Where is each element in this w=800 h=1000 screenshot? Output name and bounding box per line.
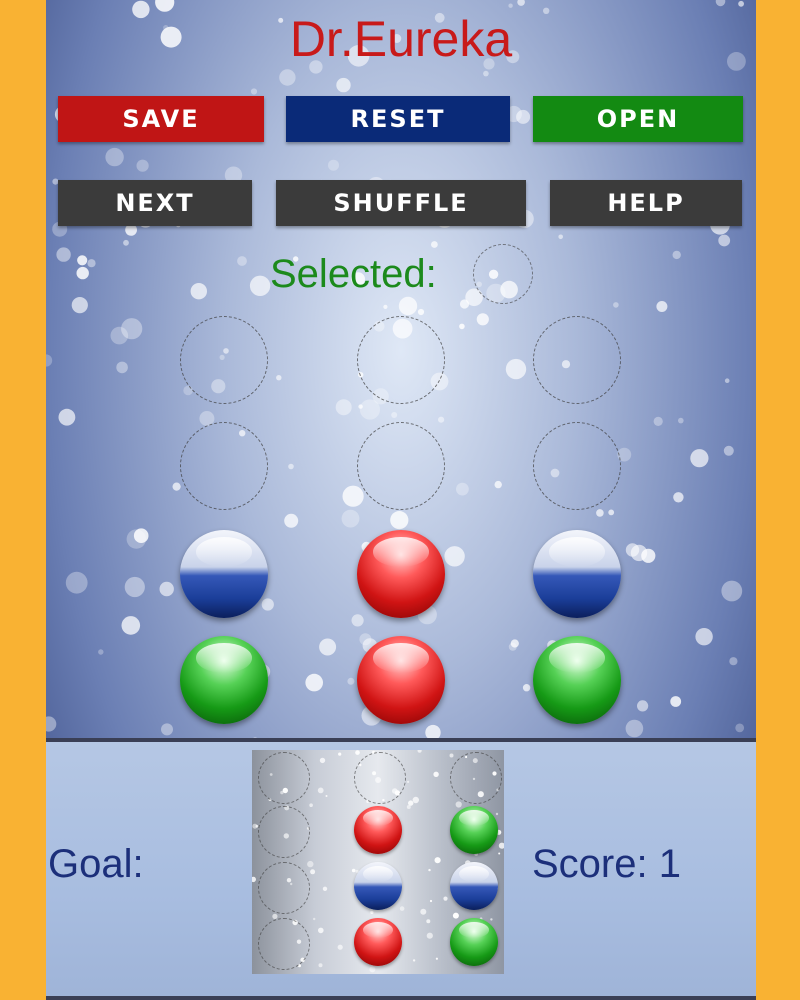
blue-ball[interactable]	[180, 530, 268, 618]
goal-label: Goal:	[48, 842, 144, 886]
green-ball[interactable]	[180, 636, 268, 724]
goal-blue-ball	[450, 862, 498, 910]
empty-slot[interactable]	[533, 422, 621, 510]
green-ball[interactable]	[533, 636, 621, 724]
goal-red-ball	[354, 918, 402, 966]
goal-green-ball	[450, 806, 498, 854]
reset-button[interactable]: RESET	[286, 96, 510, 142]
ball-highlight	[548, 537, 606, 567]
ball-highlight	[372, 537, 430, 567]
divider	[46, 738, 756, 742]
ball-highlight	[362, 921, 394, 939]
goal-empty-slot	[258, 806, 310, 858]
score-label: Score: 1	[532, 842, 681, 886]
ball-highlight	[458, 865, 490, 883]
empty-slot[interactable]	[357, 422, 445, 510]
open-button[interactable]: OPEN	[533, 96, 743, 142]
goal-green-ball	[450, 918, 498, 966]
ball-highlight	[362, 809, 394, 827]
empty-slot[interactable]	[180, 422, 268, 510]
goal-preview	[252, 750, 504, 974]
ball-highlight	[195, 643, 253, 673]
goal-empty-slot	[258, 918, 310, 970]
game-screen: Dr.Eureka SAVE RESET OPEN NEXT SHUFFLE H…	[46, 0, 756, 1000]
selected-slot[interactable]	[473, 244, 533, 304]
empty-slot[interactable]	[357, 316, 445, 404]
goal-empty-slot	[258, 752, 310, 804]
goal-empty-slot	[258, 862, 310, 914]
shuffle-button[interactable]: SHUFFLE	[276, 180, 526, 226]
ball-highlight	[548, 643, 606, 673]
goal-red-ball	[354, 806, 402, 854]
bottom-divider	[46, 996, 756, 1000]
goal-empty-slot	[354, 752, 406, 804]
save-button[interactable]: SAVE	[58, 96, 264, 142]
empty-slot[interactable]	[533, 316, 621, 404]
next-button[interactable]: NEXT	[58, 180, 252, 226]
goal-blue-ball	[354, 862, 402, 910]
app-title: Dr.Eureka	[289, 11, 513, 67]
selected-label: Selected:	[270, 252, 437, 296]
red-ball[interactable]	[357, 530, 445, 618]
help-button[interactable]: HELP	[550, 180, 742, 226]
goal-empty-slot	[450, 752, 502, 804]
ball-highlight	[372, 643, 430, 673]
ball-highlight	[458, 921, 490, 939]
ball-highlight	[195, 537, 253, 567]
ball-highlight	[362, 865, 394, 883]
red-ball[interactable]	[357, 636, 445, 724]
empty-slot[interactable]	[180, 316, 268, 404]
blue-ball[interactable]	[533, 530, 621, 618]
ball-highlight	[458, 809, 490, 827]
